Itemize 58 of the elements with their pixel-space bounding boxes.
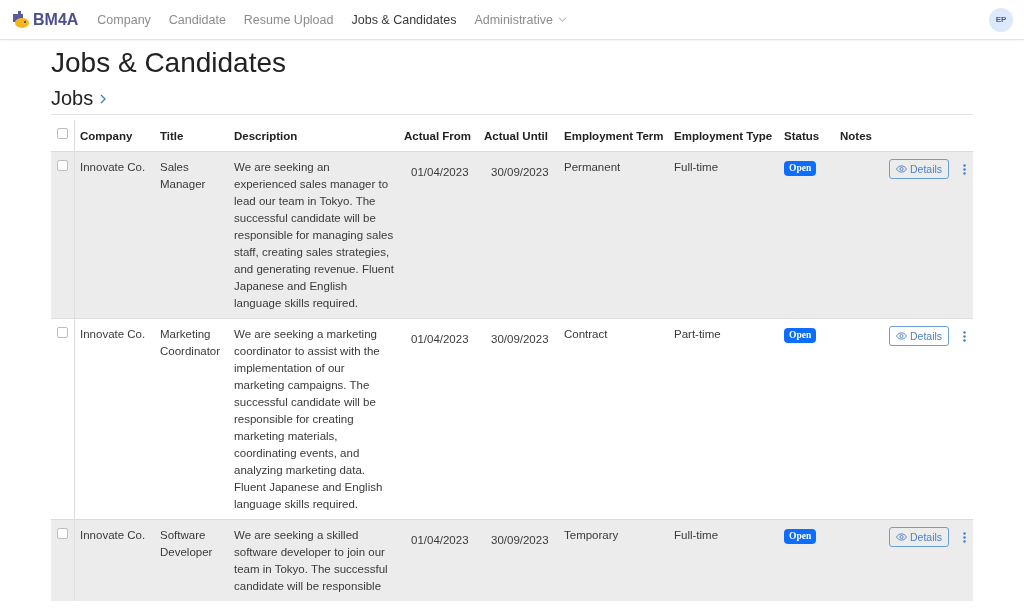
date-cell-text: 01/04/2023 xyxy=(410,533,470,548)
company-cell-text: Innovate Co. xyxy=(79,528,147,543)
date-cell-text: 30/09/2023 xyxy=(490,533,550,548)
details-button[interactable]: Details xyxy=(889,527,950,547)
company-cell-text: Innovate Co. xyxy=(79,160,147,175)
employment-term-cell-text: Contract xyxy=(563,327,609,342)
nav-link[interactable]: Candidate xyxy=(168,12,226,27)
row-checkbox[interactable] xyxy=(57,160,68,171)
employment-term-cell-text: Permanent xyxy=(563,160,622,175)
status-badge: Open xyxy=(784,161,817,176)
column-header: Employment Term xyxy=(563,129,665,144)
employment-type-cell-text: Part-time xyxy=(673,327,722,342)
column-header: Company xyxy=(79,129,134,144)
description-cell-text: We are seeking a skilled software developer to join our team in Tokyo. The successful candidate will be responsible xyxy=(233,528,389,594)
status-badge: Open xyxy=(784,529,817,544)
date-cell-text: 01/04/2023 xyxy=(410,332,470,347)
eye-icon xyxy=(896,332,907,340)
employment-term-cell-text: Temporary xyxy=(563,528,620,543)
title-cell-text: Software Developer xyxy=(159,528,214,560)
eye-icon xyxy=(896,165,907,173)
title-cell-text: Sales Manager xyxy=(159,160,207,192)
brand-name[interactable]: BM4A xyxy=(33,10,79,29)
column-header: Notes xyxy=(839,129,873,144)
more-options-icon[interactable] xyxy=(963,164,967,175)
row-checkbox[interactable] xyxy=(57,327,68,338)
nav-link[interactable]: Administrative xyxy=(474,12,567,27)
column-header: Title xyxy=(159,129,185,144)
details-button[interactable]: Details xyxy=(889,326,950,346)
chevron-right-icon[interactable] xyxy=(100,94,107,104)
column-header: Description xyxy=(233,129,299,144)
user-avatar[interactable]: EP xyxy=(989,7,1013,32)
nav-link[interactable]: Jobs & Candidates xyxy=(351,12,457,27)
select-all-checkbox[interactable] xyxy=(57,128,68,139)
row-checkbox[interactable] xyxy=(57,528,68,539)
status-badge: Open xyxy=(784,328,817,343)
title-cell-text: Marketing Coordinator xyxy=(159,327,222,359)
description-cell-text: We are seeking a marketing coordinator to assist with the implementation of our marketing campaigns. The successful candidate will be responsible for creating marketing materials, coordinating events, and analyzing marketing data. Fluent Japanese and English language skills required. xyxy=(233,327,384,512)
employment-type-cell-text: Full-time xyxy=(673,160,720,175)
date-cell-text: 01/04/2023 xyxy=(410,165,470,180)
column-header: Status xyxy=(783,129,821,144)
more-options-icon[interactable] xyxy=(963,331,967,342)
details-button[interactable]: Details xyxy=(889,159,950,179)
nav-link[interactable]: Resume Upload xyxy=(243,12,334,27)
column-header: Employment Type xyxy=(673,129,774,144)
employment-type-cell-text: Full-time xyxy=(673,528,720,543)
column-header: Actual From xyxy=(403,129,473,144)
date-cell-text: 30/09/2023 xyxy=(490,165,550,180)
eye-icon xyxy=(896,533,907,541)
logo-icon[interactable] xyxy=(10,10,30,29)
description-cell-text: We are seeking an experienced sales manager to lead our team in Tokyo. The successful candidate will be responsible for managing sales staff, creating sales strategies, and generating revenue. Fluent Japanese and English language skills required. xyxy=(233,160,395,311)
nav-link[interactable]: Company xyxy=(97,12,151,27)
date-cell-text: 30/09/2023 xyxy=(490,332,550,347)
page-title: Jobs & Candidates xyxy=(51,46,288,80)
column-header: Actual Until xyxy=(483,129,549,144)
more-options-icon[interactable] xyxy=(963,532,967,543)
company-cell-text: Innovate Co. xyxy=(79,327,147,342)
chevron-down-icon xyxy=(557,17,567,22)
section-title: Jobs xyxy=(51,86,94,110)
